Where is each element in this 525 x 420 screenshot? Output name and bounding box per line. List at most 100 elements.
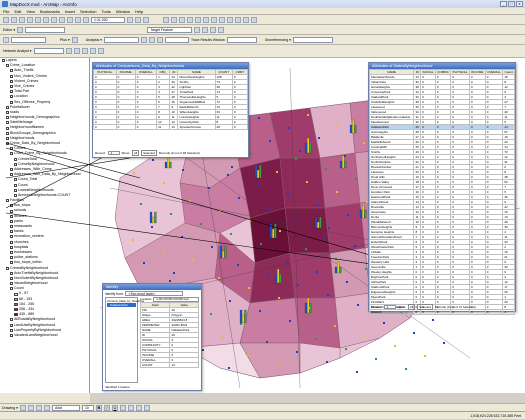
full-extent-icon[interactable] (187, 16, 193, 23)
column-header[interactable]: OVERALL (484, 69, 504, 75)
table-cell[interactable]: 0 (450, 309, 470, 315)
checkbox-icon[interactable] (6, 105, 9, 109)
table-cell[interactable]: 0 (115, 124, 136, 130)
layer-dropdown[interactable] (11, 36, 46, 43)
cut-icon[interactable] (35, 16, 41, 23)
rotate-draw-icon[interactable] (27, 404, 34, 411)
underline-icon[interactable]: U (111, 404, 118, 411)
checkbox-icon[interactable] (10, 334, 13, 338)
analysis-menu[interactable]: Analysis ▾ (86, 38, 102, 42)
plus-tool-icon[interactable] (71, 36, 78, 43)
checkbox-icon[interactable] (10, 85, 13, 89)
toc-layer-item[interactable]: VacatedLandNeighborhood (0, 333, 89, 338)
zoom-out-icon[interactable] (171, 16, 177, 23)
table-cell[interactable]: 13 (169, 124, 179, 130)
checkbox-icon[interactable] (10, 79, 13, 83)
scale-dropdown[interactable]: 1:31,000 (91, 16, 125, 23)
checkbox-icon[interactable] (14, 157, 17, 161)
checkbox-icon[interactable] (6, 142, 9, 146)
table-cell[interactable]: 28 (214, 124, 233, 130)
split-icon[interactable] (194, 26, 201, 33)
sketch-properties-icon[interactable] (218, 26, 225, 33)
table-cell[interactable]: 0 (231, 124, 249, 130)
font-dropdown[interactable]: Arial (51, 404, 80, 411)
line-color-icon[interactable] (135, 404, 142, 411)
trace-task-dropdown[interactable] (164, 36, 189, 43)
checkbox-icon[interactable] (10, 287, 13, 291)
checkbox-icon[interactable] (10, 90, 13, 94)
delete-icon[interactable] (59, 16, 65, 23)
table-cell[interactable]: 4 (502, 309, 515, 315)
attribute-table-states[interactable]: Attributes of StatesByNeighborhood NAME I… (368, 62, 516, 315)
identify-tree[interactable]: Chroma_Data_by_Neighbor OaklawnPark (105, 297, 144, 383)
rectangle-icon[interactable] (35, 404, 42, 411)
checkbox-icon[interactable] (10, 240, 13, 244)
menu-window[interactable]: Window (116, 9, 130, 14)
checkbox-icon[interactable] (6, 110, 9, 114)
column-header[interactable]: Count (502, 69, 515, 75)
checkbox-icon[interactable] (10, 69, 13, 73)
pan-icon[interactable] (179, 16, 185, 23)
hyperlink-icon[interactable] (251, 16, 257, 23)
checkbox-icon[interactable] (6, 266, 9, 270)
table1-show-all-button[interactable]: All (131, 150, 140, 156)
menu-selection[interactable]: Selection (80, 9, 96, 14)
checkbox-icon[interactable] (10, 245, 13, 249)
command-line-icon[interactable] (143, 16, 149, 23)
identify-attribute-grid[interactable]: Field Value FID 29 Shape Polygon AREA 49225813.… (139, 301, 199, 368)
menu-bookmarks[interactable]: Bookmarks (40, 9, 60, 14)
checkbox-icon[interactable] (10, 323, 13, 327)
attribute-table-neighborhoods[interactable]: Attributes of Comparisons_Data_By_Neighb… (92, 62, 249, 158)
checkbox-icon[interactable] (14, 193, 17, 197)
editor-toolbar-icon[interactable] (127, 16, 133, 23)
trace-results-dropdown[interactable] (226, 36, 257, 43)
arctoolbox-icon[interactable] (135, 16, 141, 23)
checkbox-icon[interactable] (10, 328, 13, 332)
text-icon[interactable] (43, 404, 50, 411)
checkbox-icon[interactable] (14, 162, 17, 166)
table-cell[interactable]: 0 (434, 309, 452, 315)
table-cell[interactable]: 0 (484, 309, 504, 315)
checkbox-icon[interactable] (10, 276, 13, 280)
find-icon[interactable] (235, 16, 241, 23)
menu-help[interactable]: Help (135, 9, 143, 14)
network-dataset-dropdown[interactable] (33, 48, 64, 54)
attributes-icon[interactable] (210, 26, 217, 33)
plus-menu[interactable]: Plus ▾ (60, 38, 70, 42)
close-button[interactable]: x (516, 1, 523, 7)
column-header[interactable]: COMMC (434, 69, 452, 75)
checkbox-icon[interactable] (6, 199, 9, 203)
checkbox-icon[interactable] (10, 318, 13, 322)
layout-icon[interactable] (3, 36, 9, 43)
select-features-icon[interactable] (211, 16, 217, 23)
checkbox-icon[interactable] (10, 282, 13, 286)
identify-location-field[interactable]: 1,462,003.862 532,884 Feet (153, 297, 199, 302)
measure-icon[interactable] (243, 16, 249, 23)
table-row[interactable]: 0 0 0 11 13 SpiveleeTerrace 28 0 (93, 124, 249, 130)
checkbox-icon[interactable] (2, 59, 5, 63)
checkbox-icon[interactable] (10, 271, 13, 275)
maximize-button[interactable]: □ (508, 1, 515, 7)
column-header[interactable]: INCOME (468, 69, 486, 75)
checkbox-icon[interactable] (10, 74, 13, 78)
table-cell[interactable]: 0 (420, 309, 436, 315)
create-location-icon[interactable] (73, 48, 80, 54)
fill-color-icon[interactable] (127, 404, 134, 411)
editor-menu[interactable]: Editor ▾ (3, 28, 15, 32)
undo-icon[interactable] (67, 16, 73, 23)
checkbox-icon[interactable] (6, 136, 9, 140)
checkbox-icon[interactable] (10, 100, 13, 104)
identify-from-dropdown[interactable]: <Top-most layer> (125, 291, 184, 296)
edit-tool-icon[interactable] (17, 26, 24, 33)
checkbox-icon[interactable] (6, 131, 9, 135)
drawing-menu[interactable]: Drawing ▾ (2, 406, 18, 410)
checkbox-icon[interactable] (10, 209, 13, 213)
table-cell[interactable]: DoubleOaks(Elendon Hawks) (368, 114, 415, 120)
checkbox-icon[interactable] (6, 121, 9, 125)
checkbox-icon[interactable] (14, 178, 17, 182)
table-cell[interactable]: SpiveleeTerrace (177, 124, 216, 130)
select-elements-draw-icon[interactable] (19, 404, 26, 411)
checkbox-icon[interactable] (10, 173, 13, 177)
solve-icon[interactable] (65, 48, 72, 54)
column-header[interactable]: PHYSICAL (450, 69, 470, 75)
